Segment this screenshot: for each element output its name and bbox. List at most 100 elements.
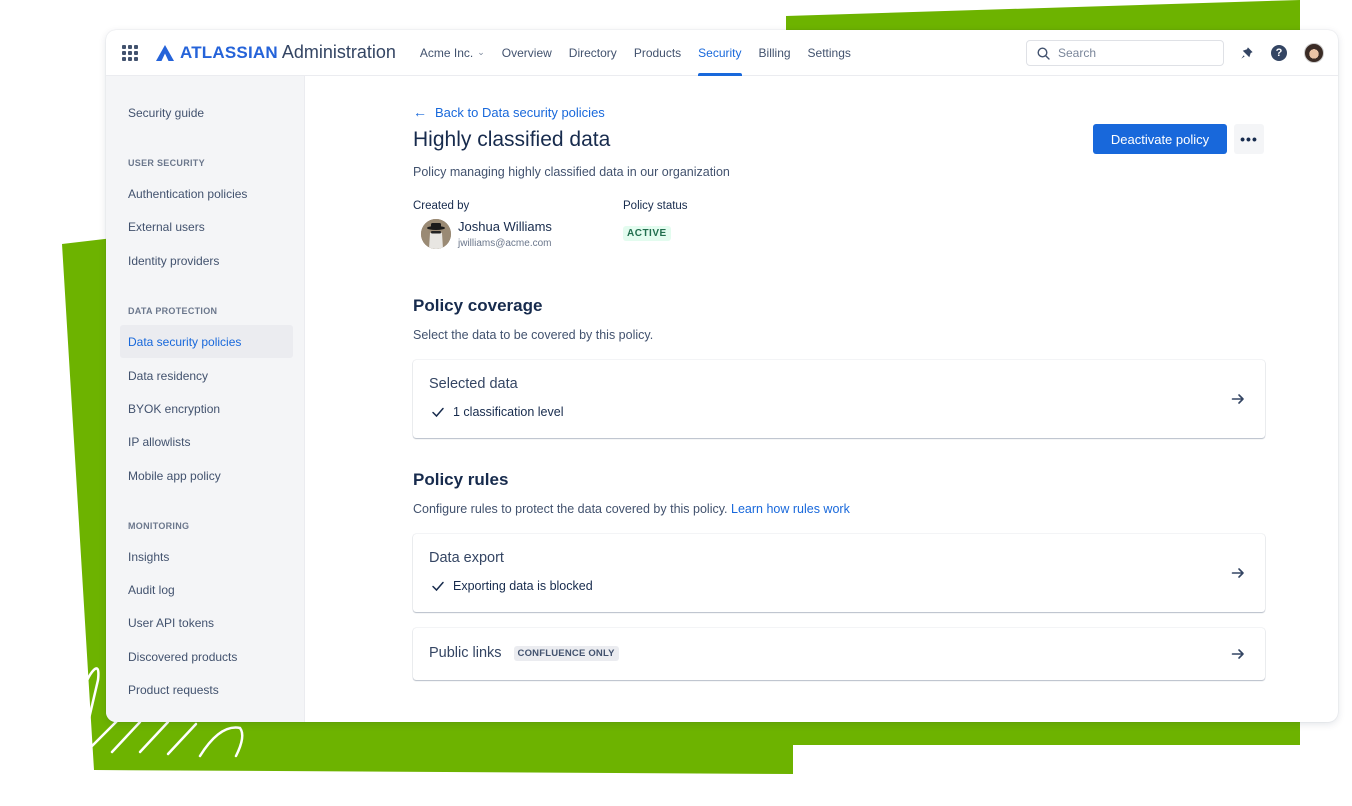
policy-status-label: Policy status (623, 200, 688, 212)
page-title: Highly classified data (413, 128, 611, 151)
policy-coverage-title: Policy coverage (413, 296, 543, 315)
back-link-label: Back to Data security policies (435, 104, 605, 120)
policy-rules-title: Policy rules (413, 470, 509, 489)
policy-rules-description-text: Configure rules to protect the data cove… (413, 502, 728, 516)
product-name: Administration (281, 42, 396, 62)
sidebar-item-authentication-policies[interactable]: Authentication policies (120, 177, 293, 210)
check-icon (432, 407, 444, 418)
card-title: Public links CONFLUENCE ONLY (429, 645, 619, 661)
nav-security[interactable]: Security (698, 30, 742, 76)
brand-name: ATLASSIAN (180, 42, 278, 62)
sidebar-item-label: Insights (128, 549, 170, 564)
public-links-card[interactable]: Public links CONFLUENCE ONLY (413, 628, 1265, 680)
main-content: ← Back to Data security policies Highly … (305, 76, 1338, 722)
sidebar-item-label: Data security policies (128, 334, 242, 349)
policy-coverage-description: Select the data to be covered by this po… (413, 328, 654, 342)
back-link[interactable]: ← Back to Data security policies (413, 104, 605, 120)
created-by-label: Created by (413, 200, 470, 212)
help-button[interactable]: ? (1269, 43, 1289, 63)
atlassian-logo-icon (156, 44, 174, 61)
nav-label: Settings (807, 45, 851, 60)
card-title: Data export (429, 550, 504, 566)
nav-label: Security (698, 45, 742, 60)
sidebar-item-label: Audit log (128, 582, 175, 597)
nav-products[interactable]: Products (634, 30, 681, 76)
sidebar-item-label: Security guide (128, 105, 205, 120)
creator-email: jwilliams@acme.com (458, 238, 552, 249)
creator-avatar (421, 219, 451, 249)
profile-button[interactable] (1304, 43, 1324, 63)
sidebar-item-user-api-tokens[interactable]: User API tokens (120, 606, 293, 639)
sidebar-item-label: Authentication policies (128, 186, 248, 201)
search-icon (1037, 46, 1050, 60)
sidebar-item-product-requests[interactable]: Product requests (120, 673, 293, 706)
app-switcher-icon[interactable] (122, 44, 138, 61)
sidebar: Security guide USER SECURITY Authenticat… (106, 76, 305, 722)
sidebar-item-label: Product requests (128, 682, 219, 697)
creator-name: Joshua Williams (458, 219, 552, 234)
sidebar-item-mobile-app-policy[interactable]: Mobile app policy (120, 459, 293, 492)
data-export-card[interactable]: Data export Exporting data is blocked (413, 534, 1265, 612)
sidebar-item-external-users[interactable]: External users (120, 210, 293, 243)
atlassian-logo[interactable]: ATLASSIAN Administration (156, 42, 396, 63)
sidebar-item-label: User API tokens (128, 615, 215, 630)
sidebar-item-label: Discovered products (128, 649, 238, 664)
admin-window: ATLASSIAN Administration Acme Inc. ⌄ Ove… (106, 30, 1338, 722)
org-name: Acme Inc. (419, 45, 474, 60)
sidebar-item-ip-allowlists[interactable]: IP allowlists (120, 425, 293, 458)
sidebar-item-discovered-products[interactable]: Discovered products (120, 640, 293, 673)
sidebar-item-label: Data residency (128, 368, 209, 383)
deactivate-policy-button[interactable]: Deactivate policy (1093, 124, 1227, 154)
sidebar-heading-monitoring: MONITORING (128, 521, 190, 531)
org-switcher[interactable]: Acme Inc. ⌄ (420, 30, 485, 76)
card-title: Selected data (429, 376, 518, 392)
confluence-only-badge: CONFLUENCE ONLY (513, 645, 619, 661)
search-input[interactable] (1058, 46, 1208, 60)
page-description: Policy managing highly classified data i… (413, 165, 730, 179)
nav-label: Overview (501, 45, 552, 60)
card-detail: 1 classification level (431, 405, 563, 419)
notifications-icon (1240, 46, 1253, 59)
creator-avatar-image (421, 219, 451, 249)
nav-billing[interactable]: Billing (759, 30, 791, 76)
sidebar-item-byok-encryption[interactable]: BYOK encryption (120, 392, 293, 425)
nav-label: Billing (758, 45, 791, 60)
status-badge: ACTIVE (623, 226, 671, 241)
arrow-left-icon: ← (413, 104, 427, 120)
nav-label: Products (633, 45, 682, 60)
card-detail-text: Exporting data is blocked (453, 579, 593, 593)
nav-label: Directory (568, 45, 617, 60)
sidebar-item-insights[interactable]: Insights (120, 540, 293, 573)
check-icon (432, 581, 444, 592)
card-detail: Exporting data is blocked (431, 579, 593, 593)
sidebar-item-identity-providers[interactable]: Identity providers (120, 244, 293, 277)
top-navigation: ATLASSIAN Administration Acme Inc. ⌄ Ove… (106, 30, 1338, 76)
sidebar-item-data-security-policies[interactable]: Data security policies (120, 325, 293, 358)
notifications-button[interactable] (1236, 43, 1256, 63)
sidebar-item-label: IP allowlists (128, 434, 191, 449)
arrow-right-icon (1231, 568, 1244, 578)
sidebar-heading-data-protection: DATA PROTECTION (128, 306, 218, 316)
sidebar-item-label: External users (128, 219, 205, 234)
nav-directory[interactable]: Directory (569, 30, 617, 76)
chevron-down-icon: ⌄ (477, 47, 485, 57)
sidebar-item-security-guide[interactable]: Security guide (120, 96, 293, 129)
arrow-right-icon (1231, 649, 1244, 659)
card-title-text: Public links (429, 645, 502, 661)
arrow-right-icon (1231, 394, 1244, 404)
nav-settings[interactable]: Settings (808, 30, 851, 76)
card-detail-text: 1 classification level (453, 405, 564, 419)
more-actions-button[interactable]: ••• (1234, 124, 1264, 154)
sidebar-item-label: Identity providers (128, 253, 220, 268)
search-field[interactable] (1026, 40, 1224, 66)
nav-overview[interactable]: Overview (502, 30, 552, 76)
sidebar-item-label: Mobile app policy (128, 468, 221, 483)
learn-how-rules-work-link[interactable]: Learn how rules work (731, 502, 850, 516)
user-avatar (1304, 43, 1324, 63)
policy-rules-description: Configure rules to protect the data cove… (413, 502, 850, 516)
selected-data-card[interactable]: Selected data 1 classification level (413, 360, 1265, 438)
sidebar-item-audit-log[interactable]: Audit log (120, 573, 293, 606)
sidebar-heading-user-security: USER SECURITY (128, 158, 205, 168)
help-icon: ? (1271, 45, 1287, 61)
sidebar-item-data-residency[interactable]: Data residency (120, 359, 293, 392)
